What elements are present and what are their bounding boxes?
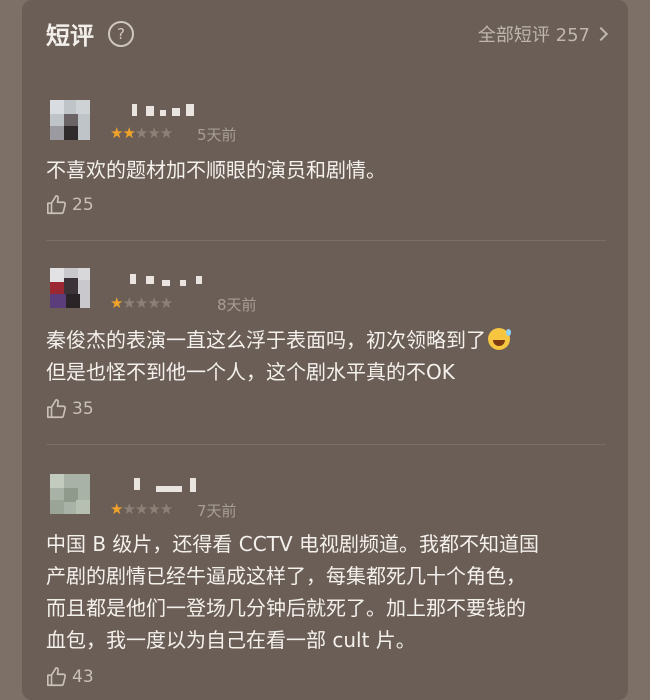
like-count: 43 <box>72 667 94 687</box>
review-line: 不喜欢的题材加不顺眼的演员和剧情。 <box>46 158 386 182</box>
short-review-panel: 短评 ? 全部短评 257 ★★★★★ 5天前 不喜欢的题材加不顺眼的演员和剧情… <box>22 0 628 700</box>
avatar[interactable] <box>50 268 90 308</box>
review-text: 中国 B 级片，还得看 CCTV 电视剧频道。我都不知道国 产剧的剧情已经牛逼成… <box>46 528 616 656</box>
all-reviews-label: 全部短评 257 <box>477 25 590 46</box>
review-line: 产剧的剧情已经牛逼成这样了，每集都死几十个角色， <box>46 564 526 588</box>
question-circle-icon[interactable]: ? <box>108 21 134 47</box>
thumbs-up-icon[interactable] <box>46 194 68 216</box>
chevron-right-icon <box>593 26 609 42</box>
review-line: 秦俊杰的表演一直这么浮于表面吗，初次领略到了 <box>46 324 616 356</box>
section-title: 短评 <box>46 22 94 50</box>
review-line-text: 秦俊杰的表演一直这么浮于表面吗，初次领略到了 <box>46 328 486 352</box>
grinning-sweat-emoji-icon <box>488 328 511 350</box>
star-rating: ★★★★★ <box>110 124 173 142</box>
review-line: 血包，我一度以为自己在看一部 cult 片。 <box>46 628 416 652</box>
thumbs-up-icon[interactable] <box>46 666 68 688</box>
star-rating: ★★★★★ <box>110 500 173 518</box>
divider <box>46 444 606 445</box>
divider <box>46 240 606 241</box>
username-blurred[interactable] <box>110 104 210 118</box>
username-blurred[interactable] <box>110 272 210 286</box>
review-line: 但是也怪不到他一个人，这个剧水平真的不OK <box>46 360 455 384</box>
review-time: 5天前 <box>197 126 237 144</box>
review-time: 8天前 <box>217 296 257 314</box>
star-rating: ★★★★★ <box>110 294 173 312</box>
all-reviews-link[interactable]: 全部短评 257 <box>477 21 609 47</box>
avatar[interactable] <box>50 100 90 140</box>
review-text: 秦俊杰的表演一直这么浮于表面吗，初次领略到了 但是也怪不到他一个人，这个剧水平真… <box>46 324 616 388</box>
review-line: 中国 B 级片，还得看 CCTV 电视剧频道。我都不知道国 <box>46 532 539 556</box>
username-blurred[interactable] <box>110 478 210 492</box>
review-line: 而且都是他们一登场几分钟后就死了。加上那不要钱的 <box>46 596 526 620</box>
like-count: 25 <box>72 195 94 215</box>
like-count: 35 <box>72 399 94 419</box>
review-time: 7天前 <box>197 502 237 520</box>
review-text: 不喜欢的题材加不顺眼的演员和剧情。 <box>46 154 616 186</box>
avatar[interactable] <box>50 474 90 514</box>
thumbs-up-icon[interactable] <box>46 398 68 420</box>
section-header: 短评 ? 全部短评 257 <box>22 0 628 70</box>
